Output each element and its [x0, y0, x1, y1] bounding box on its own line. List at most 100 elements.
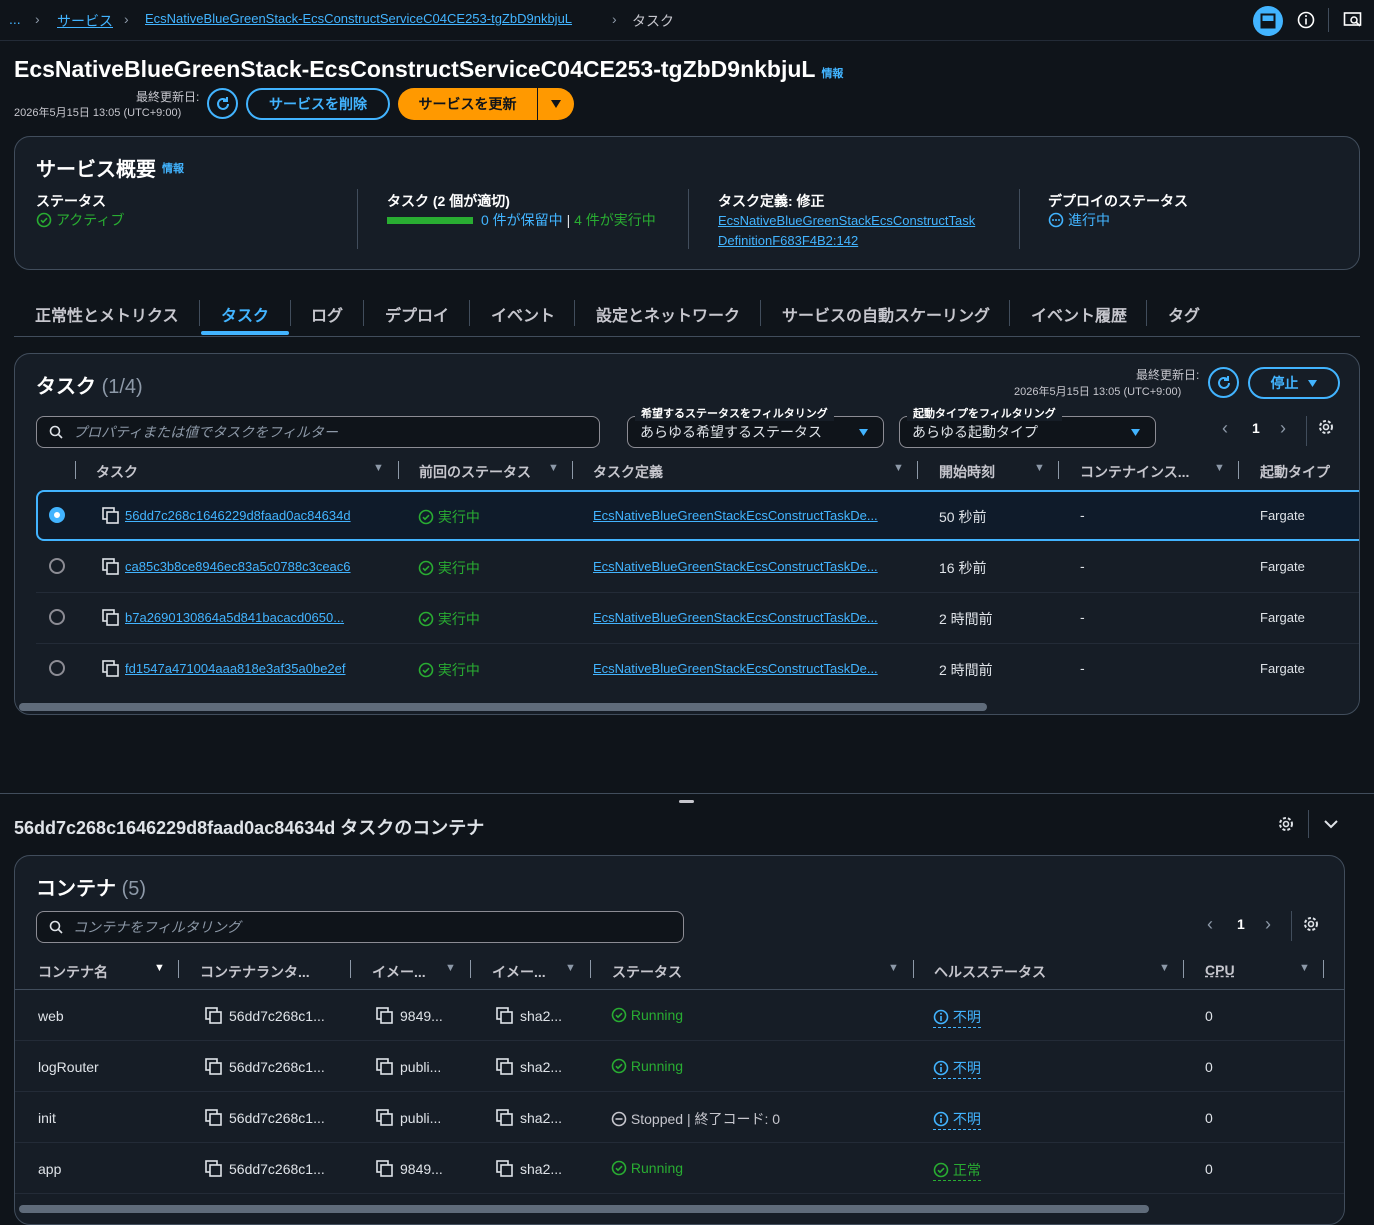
- col-container-name[interactable]: コンテナ名: [38, 962, 108, 982]
- col-started[interactable]: 開始時刻: [939, 462, 995, 482]
- tasks-label: タスク (2 個が適切): [387, 193, 510, 209]
- tab-health[interactable]: 正常性とメトリクス: [35, 302, 179, 326]
- row-radio[interactable]: [49, 558, 65, 574]
- sort-caret-icon[interactable]: ▼: [1159, 962, 1170, 974]
- copy-icon[interactable]: [496, 1058, 514, 1076]
- settings-gear-icon[interactable]: [1275, 813, 1297, 835]
- prev-page-button[interactable]: ‹: [1222, 418, 1228, 439]
- container-health[interactable]: 不明: [933, 1007, 981, 1028]
- delete-service-button[interactable]: サービスを削除: [246, 88, 390, 120]
- task-def-link[interactable]: EcsNativeBlueGreenStackEcsConstructTaskD…: [593, 559, 878, 574]
- overview-info-link[interactable]: 情報: [162, 160, 184, 176]
- copy-icon[interactable]: [102, 507, 120, 525]
- refresh-button[interactable]: [207, 88, 238, 119]
- col-runtime-id[interactable]: コンテナランタ...: [200, 962, 310, 982]
- copy-icon[interactable]: [376, 1160, 394, 1178]
- copy-icon[interactable]: [102, 660, 120, 678]
- copy-icon[interactable]: [205, 1058, 223, 1076]
- copy-icon[interactable]: [496, 1109, 514, 1127]
- horizontal-scrollbar[interactable]: [19, 703, 987, 711]
- container-health[interactable]: 不明: [933, 1109, 981, 1130]
- tab-events[interactable]: イベント: [491, 302, 555, 326]
- col-status[interactable]: ステータス: [612, 962, 682, 982]
- resize-handle[interactable]: [679, 800, 694, 803]
- copy-icon[interactable]: [376, 1109, 394, 1127]
- split-panel-icon[interactable]: [1253, 6, 1283, 36]
- prev-page-button[interactable]: ‹: [1207, 914, 1213, 935]
- chevron-down-icon[interactable]: [1320, 813, 1342, 835]
- update-dropdown-button[interactable]: [537, 88, 574, 120]
- sort-caret-icon[interactable]: ▼: [548, 462, 559, 474]
- container-health[interactable]: 不明: [933, 1058, 981, 1079]
- copy-icon[interactable]: [376, 1058, 394, 1076]
- col-task[interactable]: タスク: [96, 462, 138, 482]
- tab-config-network[interactable]: 設定とネットワーク: [596, 302, 740, 326]
- copy-icon[interactable]: [496, 1007, 514, 1025]
- task-id-link[interactable]: ca85c3b8ce8946ec83a5c0788c3ceac6: [125, 559, 351, 574]
- copy-icon[interactable]: [205, 1007, 223, 1025]
- copy-icon[interactable]: [205, 1109, 223, 1127]
- tab-tags[interactable]: タグ: [1168, 302, 1200, 326]
- task-def-link[interactable]: EcsNativeBlueGreenStackEcsConstructTaskD…: [593, 508, 878, 523]
- tasks-refresh-button[interactable]: [1208, 367, 1239, 398]
- breadcrumb-service-link[interactable]: EcsNativeBlueGreenStack-EcsConstructServ…: [145, 11, 572, 26]
- task-id-link[interactable]: 56dd7c268c1646229d8faad0ac84634d: [125, 508, 351, 523]
- taskdef-link[interactable]: EcsNativeBlueGreenStackEcsConstructTask D…: [718, 211, 975, 251]
- container-health[interactable]: 正常: [933, 1160, 981, 1181]
- screen-search-icon[interactable]: [1340, 8, 1366, 32]
- task-def-link[interactable]: EcsNativeBlueGreenStackEcsConstructTaskD…: [593, 661, 878, 676]
- stop-button[interactable]: 停止: [1248, 367, 1340, 399]
- sort-caret-icon[interactable]: ▼: [445, 962, 456, 974]
- sort-caret-icon[interactable]: ▼: [565, 962, 576, 974]
- sort-caret-icon[interactable]: ▼: [888, 962, 899, 974]
- containers-filter-input[interactable]: コンテナをフィルタリング: [36, 911, 684, 943]
- tab-deploy[interactable]: デプロイ: [385, 302, 449, 326]
- tab-logs[interactable]: ログ: [311, 302, 343, 326]
- col-launch-type[interactable]: 起動タイプ: [1260, 462, 1330, 482]
- row-radio[interactable]: [49, 660, 65, 676]
- sort-caret-icon[interactable]: ▼: [893, 462, 904, 474]
- horizontal-scrollbar[interactable]: [19, 1205, 1149, 1213]
- task-def-link[interactable]: EcsNativeBlueGreenStackEcsConstructTaskD…: [593, 610, 878, 625]
- row-radio[interactable]: [49, 609, 65, 625]
- col-taskdef[interactable]: タスク定義: [593, 462, 663, 482]
- row-radio[interactable]: [49, 507, 65, 523]
- sort-caret-icon[interactable]: ▼: [1299, 962, 1310, 974]
- copy-icon[interactable]: [102, 609, 120, 627]
- copy-icon[interactable]: [205, 1160, 223, 1178]
- col-container-instance[interactable]: コンテナインス...: [1080, 462, 1189, 482]
- refresh-icon: [216, 96, 229, 110]
- page-number[interactable]: 1: [1237, 916, 1245, 932]
- info-link[interactable]: 情報: [821, 68, 843, 80]
- task-id-link[interactable]: b7a2690130864a5d841bacacd0650...: [125, 610, 344, 625]
- next-page-button[interactable]: ›: [1280, 418, 1286, 439]
- chevron-right-icon: ›: [612, 11, 617, 27]
- col-image-digest[interactable]: イメー...: [492, 962, 546, 982]
- col-image[interactable]: イメー...: [372, 962, 426, 982]
- update-service-button[interactable]: サービスを更新: [398, 88, 537, 120]
- task-id-link[interactable]: fd1547a471004aaa818e3af35a0be2ef: [125, 661, 346, 676]
- settings-gear-icon[interactable]: [1300, 913, 1322, 935]
- next-page-button[interactable]: ›: [1265, 914, 1271, 935]
- tab-tasks[interactable]: タスク: [221, 302, 269, 326]
- col-cpu[interactable]: CPU: [1205, 962, 1235, 978]
- tab-event-history[interactable]: イベント履歴: [1031, 302, 1127, 326]
- sort-caret-icon[interactable]: ▼: [1034, 462, 1045, 474]
- tasks-filter-input[interactable]: プロパティまたは値でタスクをフィルター: [36, 416, 600, 448]
- tab-autoscaling[interactable]: サービスの自動スケーリング: [782, 302, 990, 326]
- sort-caret-icon[interactable]: ▼: [373, 462, 384, 474]
- copy-icon[interactable]: [496, 1160, 514, 1178]
- breadcrumb-ellipsis[interactable]: ...: [9, 11, 21, 27]
- copy-icon[interactable]: [376, 1007, 394, 1025]
- breadcrumb-services-link[interactable]: サービス: [57, 11, 113, 31]
- sort-caret-icon[interactable]: ▼: [1214, 462, 1225, 474]
- tasks-progress-bar: [387, 217, 473, 224]
- col-health[interactable]: ヘルスステータス: [934, 962, 1046, 982]
- col-last-status[interactable]: 前回のステータス: [419, 462, 531, 482]
- copy-icon[interactable]: [102, 558, 120, 576]
- task-instance: -: [1080, 609, 1085, 625]
- sort-caret-icon[interactable]: ▼: [154, 962, 165, 974]
- info-icon[interactable]: [1294, 8, 1318, 32]
- page-number[interactable]: 1: [1252, 420, 1260, 436]
- settings-gear-icon[interactable]: [1315, 416, 1337, 438]
